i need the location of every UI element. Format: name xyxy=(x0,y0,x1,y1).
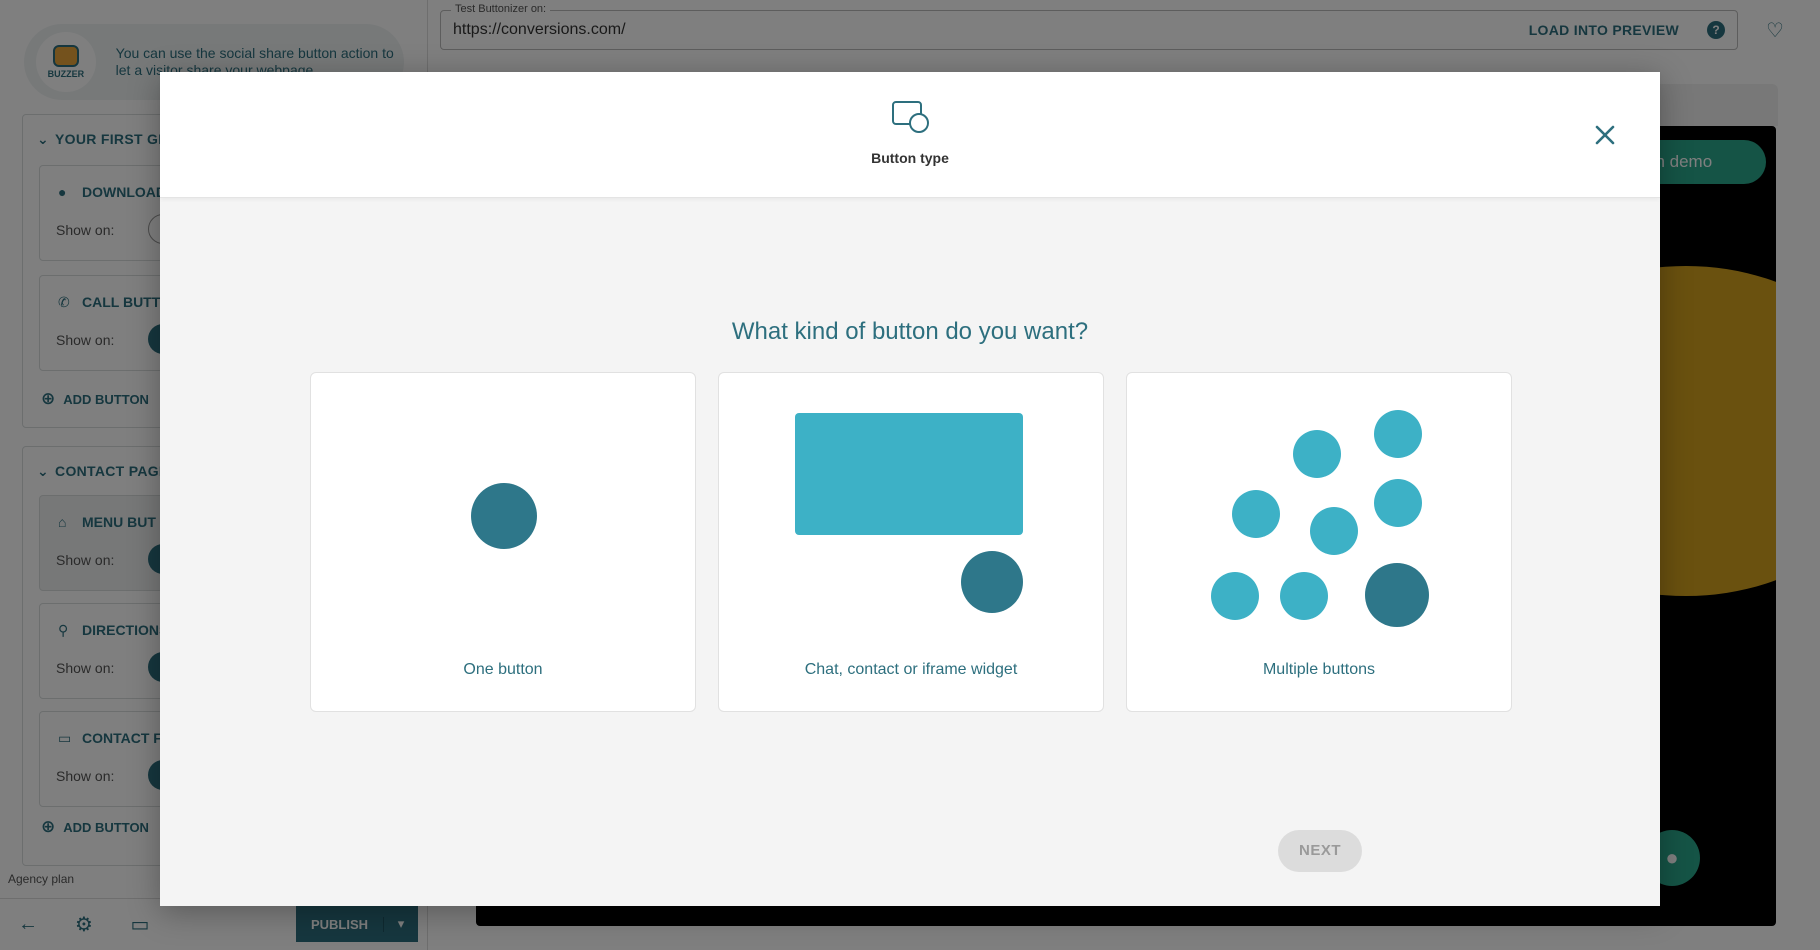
sub-button-illustration xyxy=(1293,430,1341,478)
single-button-illustration xyxy=(471,483,537,549)
sub-button-illustration xyxy=(1310,507,1358,555)
widget-button-illustration xyxy=(961,551,1023,613)
sub-button-illustration xyxy=(1211,572,1259,620)
option-label: Multiple buttons xyxy=(1262,661,1376,678)
sub-button-illustration xyxy=(1374,479,1422,527)
close-icon[interactable] xyxy=(1590,120,1620,150)
option-label: Chat, contact or iframe widget xyxy=(804,661,1018,678)
sub-button-illustration xyxy=(1232,490,1280,538)
option-multiple-buttons[interactable]: Multiple buttons xyxy=(1126,372,1512,712)
modal-question: What kind of button do you want? xyxy=(731,318,1089,345)
sub-button-illustration xyxy=(1280,572,1328,620)
button-type-icon xyxy=(892,101,929,133)
modal-title: Button type xyxy=(871,150,949,166)
next-button[interactable]: NEXT xyxy=(1278,830,1362,872)
option-chat-widget[interactable]: Chat, contact or iframe widget xyxy=(718,372,1104,712)
sub-button-illustration xyxy=(1374,410,1422,458)
option-label: One button xyxy=(463,661,543,678)
button-type-modal: Button type What kind of button do you w… xyxy=(160,72,1660,906)
option-one-button[interactable]: One button xyxy=(310,372,696,712)
main-button-illustration xyxy=(1365,563,1429,627)
widget-window-illustration xyxy=(795,413,1023,535)
modal-header: Button type xyxy=(160,72,1660,198)
